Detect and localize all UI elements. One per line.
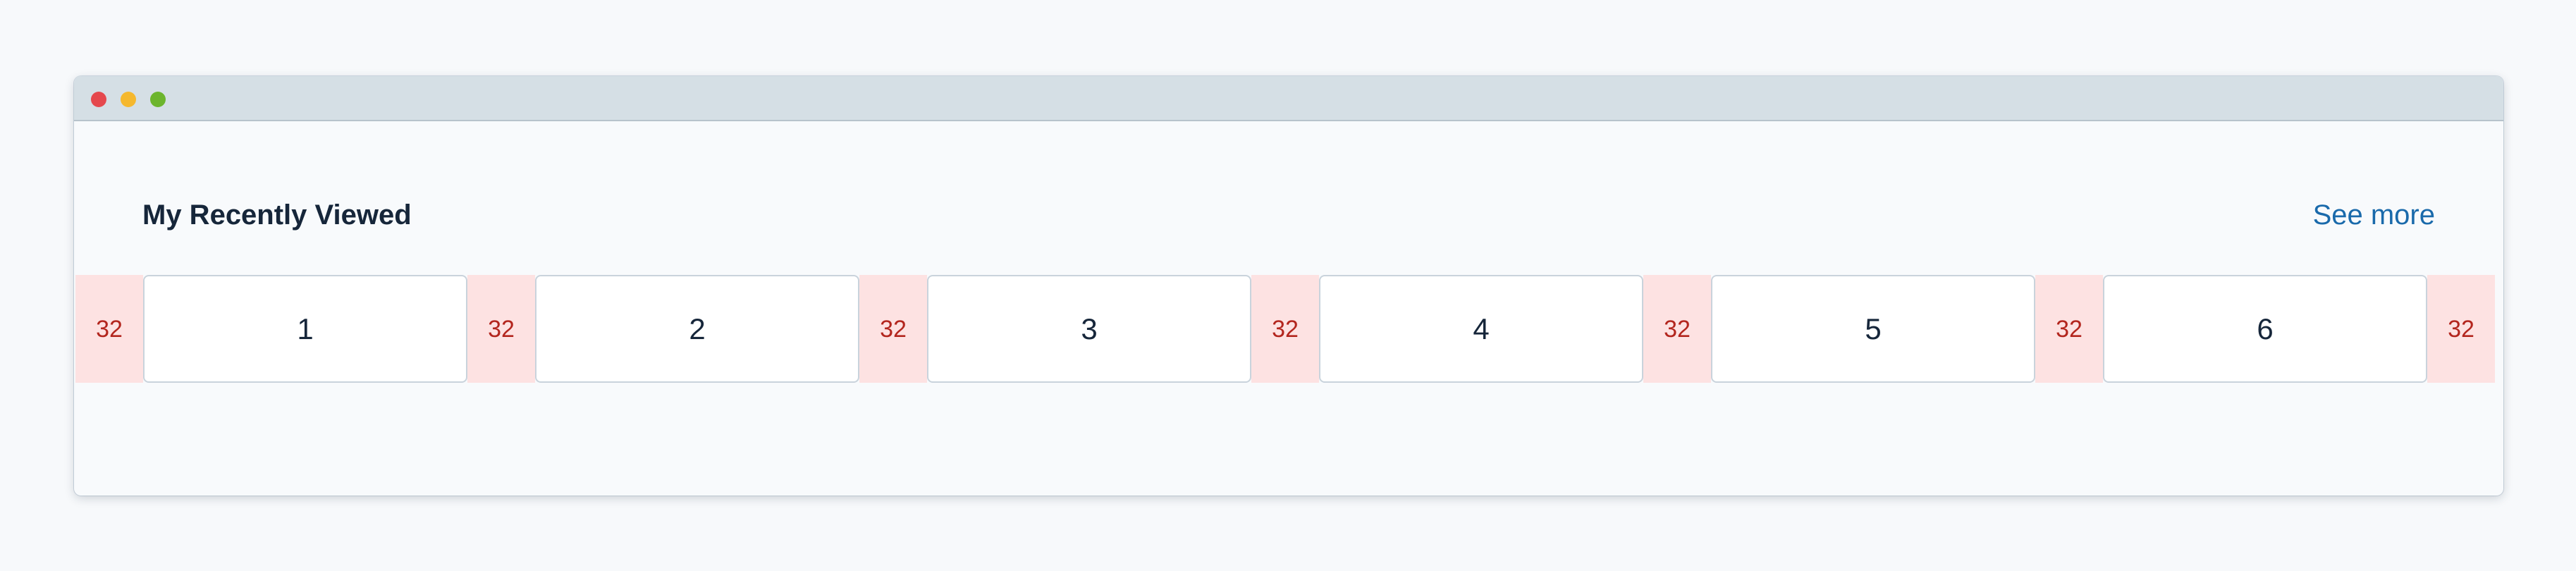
spacing-marker: 32	[2427, 275, 2495, 383]
spacing-marker: 32	[1643, 275, 1711, 383]
spacing-marker: 32	[1251, 275, 1319, 383]
browser-window: My Recently Viewed See more 32 1 32 2 32…	[74, 76, 2503, 496]
minimize-window-icon[interactable]	[121, 92, 136, 107]
recent-item-card[interactable]: 1	[143, 275, 467, 383]
recent-item-card[interactable]: 3	[927, 275, 1251, 383]
spacing-marker: 32	[2035, 275, 2103, 383]
spacing-marker: 32	[467, 275, 535, 383]
recent-item-card[interactable]: 2	[535, 275, 859, 383]
spacing-marker: 32	[75, 275, 143, 383]
maximize-window-icon[interactable]	[150, 92, 166, 107]
close-window-icon[interactable]	[91, 92, 106, 107]
recently-viewed-row: 32 1 32 2 32 3 32 4 32 5 32 6 32	[75, 275, 2502, 383]
recent-item-card[interactable]: 4	[1319, 275, 1643, 383]
spacing-marker: 32	[859, 275, 927, 383]
see-more-link[interactable]: See more	[2313, 201, 2435, 229]
section-title: My Recently Viewed	[142, 199, 412, 231]
window-titlebar	[74, 76, 2503, 121]
recent-item-card[interactable]: 6	[2103, 275, 2427, 383]
recent-item-card[interactable]: 5	[1711, 275, 2035, 383]
